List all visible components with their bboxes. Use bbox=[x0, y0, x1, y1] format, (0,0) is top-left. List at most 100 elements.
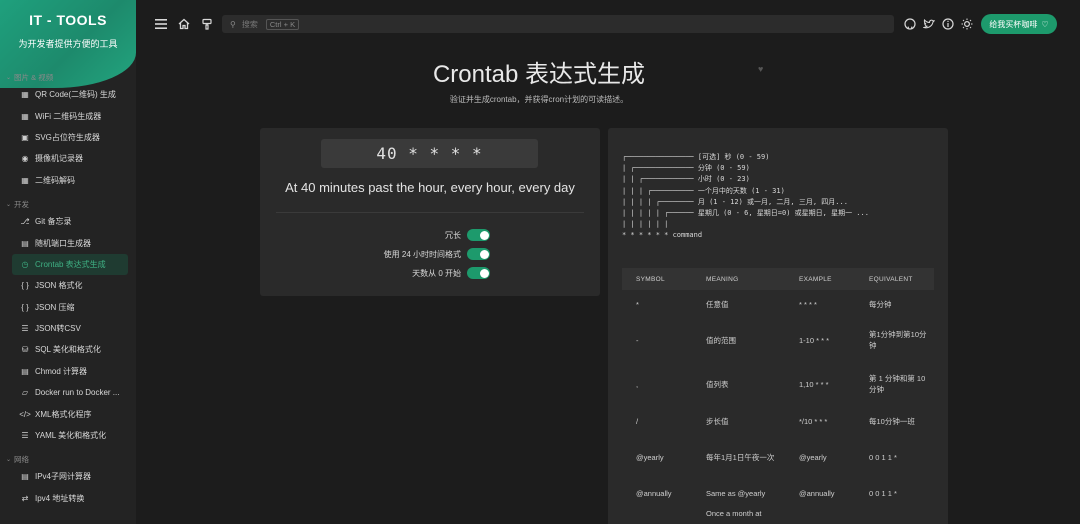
chevron-down-icon: ⌄ bbox=[6, 201, 12, 208]
sidebar-item-label: JSON 压缩 bbox=[35, 302, 75, 312]
sidebar-item[interactable]: ▤ Chmod 计算器 bbox=[0, 361, 128, 382]
sidebar-item-label: SVG占位符生成器 bbox=[35, 132, 100, 142]
sidebar-item-label: QR Code(二维码) 生成 bbox=[35, 90, 116, 100]
home-icon[interactable] bbox=[177, 17, 191, 31]
sidebar-group-header[interactable]: ⌄ 图片 & 视频 bbox=[0, 72, 136, 84]
table-header-row: SYMBOL MEANING EXAMPLE EQUIVALENT bbox=[622, 268, 934, 290]
docker-icon: ▱ bbox=[21, 388, 29, 398]
days-start-zero-toggle[interactable] bbox=[467, 267, 490, 279]
search-placeholder: 搜索 bbox=[241, 19, 258, 29]
align-icon: ☰ bbox=[21, 431, 29, 441]
github-icon[interactable] bbox=[903, 17, 917, 31]
table-cell: @annually bbox=[799, 488, 835, 498]
sidebar-item[interactable]: { } JSON 格式化 bbox=[0, 275, 128, 296]
diagram-line: | | | | | | bbox=[622, 220, 669, 229]
cron-expression-input[interactable]: 40 * * * * bbox=[321, 139, 538, 168]
sidebar-group-header[interactable]: ⌄ 开发 bbox=[0, 199, 136, 211]
sidebar-item-label: 二维码解码 bbox=[35, 175, 75, 185]
favorite-heart-icon[interactable]: ♥ bbox=[758, 64, 763, 74]
theme-sun-icon[interactable] bbox=[960, 17, 974, 31]
verbose-toggle[interactable] bbox=[467, 229, 490, 241]
buy-coffee-button[interactable]: 给我买杯咖啡 ♡ bbox=[981, 14, 1057, 34]
sidebar-item-label: Ipv4 地址转换 bbox=[35, 493, 85, 503]
sidebar-item[interactable]: ⎇ Git 备忘录 bbox=[0, 211, 128, 232]
sidebar-group-label: 开发 bbox=[14, 199, 30, 209]
table-cell: 0 0 1 1 * bbox=[869, 488, 897, 498]
table-cell: Once a month at bbox=[706, 509, 762, 518]
sidebar-item[interactable]: ▱ Docker run to Docker ... bbox=[0, 382, 128, 403]
sidebar-item[interactable]: </> XML格式化程序 bbox=[0, 403, 128, 424]
sidebar-item-label: YAML 美化和格式化 bbox=[35, 431, 107, 441]
option-label: 冗长 bbox=[445, 230, 461, 240]
search-input[interactable]: ⚲ 搜索 Ctrl + K bbox=[222, 15, 894, 33]
sidebar-group-header[interactable]: ⌄ 网络 bbox=[0, 454, 136, 466]
generator-card: 40 * * * * At 40 minutes past the hour, … bbox=[260, 128, 600, 296]
sidebar-item[interactable]: ▤ IPv4子网计算器 bbox=[0, 466, 128, 487]
sidebar-item[interactable]: ⛁ SQL 美化和格式化 bbox=[0, 339, 128, 360]
sidebar-item[interactable]: ◷ Crontab 表达式生成 bbox=[12, 253, 128, 276]
table-cell: @annually bbox=[636, 488, 672, 498]
diagram-line: ┌──────────────── [可选] 秒 (0 - 59) bbox=[622, 153, 770, 161]
sidebar-group-label: 图片 & 视频 bbox=[14, 73, 54, 82]
table-cell: @yearly bbox=[636, 452, 664, 462]
sidebar-item[interactable]: ◉ 摄像机记录器 bbox=[0, 148, 128, 169]
sidebar-item[interactable]: ☰ JSON转CSV bbox=[0, 318, 128, 339]
table-cell: / bbox=[636, 416, 639, 426]
router-icon: ▤ bbox=[21, 472, 29, 482]
sidebar-item[interactable]: ⇄ Ipv4 地址转换 bbox=[0, 488, 128, 509]
sidebar-item[interactable]: ▤ 随机端口生成器 bbox=[0, 232, 128, 253]
menu-icon[interactable] bbox=[154, 17, 168, 31]
table-cell bbox=[785, 508, 855, 524]
sidebar-item-label: JSON转CSV bbox=[35, 324, 81, 334]
table-row: @annually Same as @yearly @annually 0 0 1 1… bbox=[622, 478, 934, 508]
database-icon: ⛁ bbox=[21, 345, 29, 355]
qr-icon: ▦ bbox=[21, 175, 29, 185]
sidebar-item[interactable]: ▦ WiFi 二维码生成器 bbox=[0, 105, 128, 126]
top-bar: ⚲ 搜索 Ctrl + K 给我买杯咖啡 ♡ bbox=[136, 0, 1080, 48]
table-row: @yearly 每年1月1日午夜一次 @yearly 0 0 1 1 * bbox=[622, 436, 934, 478]
sidebar-item-label: Docker run to Docker ... bbox=[35, 388, 120, 398]
sidebar-item[interactable]: ☰ YAML 美化和格式化 bbox=[0, 425, 128, 446]
sidebar-item[interactable]: { } JSON 压缩 bbox=[0, 297, 128, 318]
diagram-line: | | | | | ┌────── 星期几 (0 - 6, 星期日=0) 或星期… bbox=[622, 209, 869, 218]
sidebar-item-label: Git 备忘录 bbox=[35, 217, 72, 227]
sidebar-item[interactable]: ▦ QR Code(二维码) 生成 bbox=[0, 84, 128, 105]
buy-coffee-label: 给我买杯咖啡 bbox=[989, 19, 1038, 29]
camera-icon: ◉ bbox=[21, 154, 29, 164]
file-icon: ▤ bbox=[21, 366, 29, 376]
sidebar-item[interactable]: ▣ SVG占位符生成器 bbox=[0, 127, 128, 148]
brush-icon[interactable] bbox=[200, 17, 214, 31]
chevron-down-icon: ⌄ bbox=[6, 457, 12, 464]
table-cell: 任意值 bbox=[706, 299, 729, 309]
app-title: IT - TOOLS bbox=[29, 12, 107, 28]
diagram-line: | ┌────────────── 分钟 (0 - 59) bbox=[622, 164, 750, 173]
divider bbox=[276, 212, 584, 213]
qr-icon: ▦ bbox=[21, 111, 29, 121]
sidebar-group-label: 网络 bbox=[14, 455, 30, 465]
search-icon: ⚲ bbox=[230, 19, 236, 29]
table-row: Once a month at bbox=[622, 508, 934, 524]
image-icon: ▣ bbox=[21, 132, 29, 142]
sidebar-item-label: SQL 美化和格式化 bbox=[35, 345, 101, 355]
convert-icon: ⇄ bbox=[21, 493, 29, 503]
search-shortcut: Ctrl + K bbox=[265, 18, 300, 30]
alarm-icon: ◷ bbox=[21, 259, 29, 269]
sidebar-item-label: XML格式化程序 bbox=[35, 409, 92, 419]
table-cell: Same as @yearly bbox=[706, 488, 766, 498]
sidebar-nav: ⌄ 图片 & 视频 ▦ QR Code(二维码) 生成 ▦ WiFi 二维码生成器 ▣ SVG… bbox=[0, 72, 136, 509]
option-day-zero: 天数从 0 开始 bbox=[412, 266, 490, 280]
table-cell: 值列表 bbox=[706, 379, 729, 389]
table-cell: 0 0 1 1 * bbox=[869, 452, 897, 462]
heart-icon: ♡ bbox=[1041, 19, 1049, 29]
table-cell bbox=[622, 508, 692, 524]
twitter-icon[interactable] bbox=[922, 17, 936, 31]
code-icon: </> bbox=[19, 409, 31, 419]
use-24h-toggle[interactable] bbox=[467, 248, 490, 260]
info-icon[interactable] bbox=[941, 17, 955, 31]
column-header: EQUIVALENT bbox=[855, 268, 934, 290]
option-24h: 使用 24 小时时间格式 bbox=[384, 247, 490, 261]
page-title: Crontab 表达式生成 bbox=[432, 61, 646, 88]
sidebar-item[interactable]: ▦ 二维码解码 bbox=[0, 170, 128, 191]
server-icon: ▤ bbox=[21, 238, 29, 248]
sidebar-item-label: JSON 格式化 bbox=[35, 281, 83, 291]
